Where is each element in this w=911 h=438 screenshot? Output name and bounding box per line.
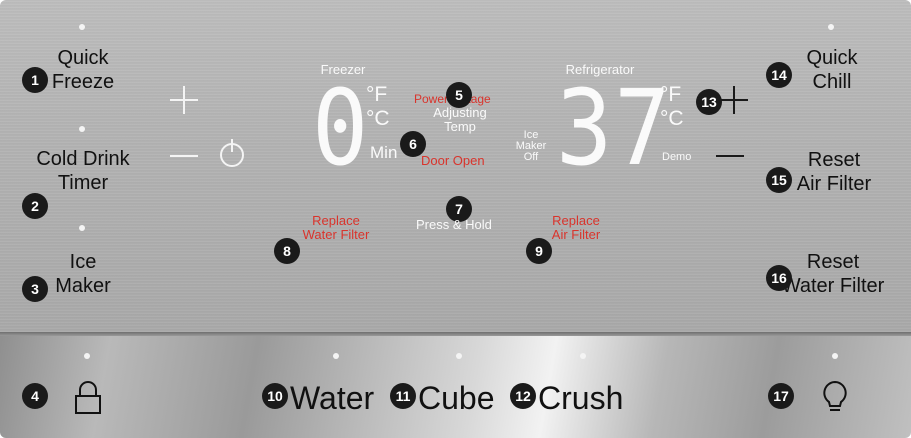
marker-17: 17	[768, 383, 794, 409]
crush-button[interactable]: Crush	[538, 380, 623, 416]
cold-drink-timer-label-line1: Cold Drink	[36, 148, 130, 170]
reset-air-filter-label-line1: Reset	[807, 149, 861, 171]
cold-drink-timer-button[interactable]: Cold Drink Timer	[24, 147, 142, 195]
cube-indicator-dot	[456, 353, 462, 359]
replace-air-filter-indicator: Replace Air Filter	[536, 214, 616, 242]
marker-16: 16	[766, 265, 792, 291]
marker-1: 1	[22, 67, 48, 93]
cold-drink-timer-indicator-dot	[79, 126, 85, 132]
quick-freeze-label-line2: Freeze	[51, 71, 115, 93]
crush-indicator-dot	[580, 353, 586, 359]
adjusting-temp-line1: Adjusting	[433, 105, 487, 120]
ice-maker-indicator-dot	[79, 225, 85, 231]
reset-water-filter-label-line1: Reset	[806, 251, 860, 273]
panel-divider	[0, 332, 911, 336]
marker-9: 9	[526, 238, 552, 264]
quick-freeze-button[interactable]: Quick Freeze	[48, 46, 118, 94]
freezer-unit-c: °C	[366, 107, 390, 130]
ice-maker-off-line3: Off	[523, 151, 539, 163]
freezer-temperature: 0	[312, 67, 368, 189]
replace-water-filter-indicator: Replace Water Filter	[296, 214, 376, 242]
replace-air-filter-line2: Air Filter	[551, 227, 601, 242]
adjusting-temp-line2: Temp	[444, 119, 476, 134]
timer-icon	[220, 139, 244, 167]
refrigerator-minus-icon[interactable]	[714, 146, 746, 166]
reset-air-filter-button[interactable]: Reset Air Filter	[784, 148, 884, 196]
reset-air-filter-label-line2: Air Filter	[796, 173, 872, 195]
cube-button[interactable]: Cube	[418, 380, 495, 416]
quick-chill-indicator-dot	[828, 24, 834, 30]
quick-chill-label-line2: Chill	[812, 71, 852, 93]
refrigerator-plus-icon[interactable]	[718, 84, 750, 116]
quick-chill-button[interactable]: Quick Chill	[796, 46, 868, 94]
replace-water-filter-line2: Water Filter	[302, 227, 370, 242]
light-indicator-dot	[832, 353, 838, 359]
refrigerator-unit-f: °F	[660, 83, 682, 106]
refrigerator-temperature: 37	[556, 67, 673, 189]
adjusting-temp-indicator: Adjusting Temp	[420, 106, 500, 134]
quick-chill-label-line1: Quick	[806, 47, 858, 69]
freezer-min-label: Min	[370, 143, 398, 162]
marker-3: 3	[22, 276, 48, 302]
demo-indicator: Demo	[662, 151, 692, 163]
ice-maker-button[interactable]: Ice Maker	[52, 250, 114, 298]
replace-air-filter-line1: Replace	[552, 213, 600, 228]
water-button[interactable]: Water	[290, 380, 374, 416]
freezer-plus-icon[interactable]	[168, 84, 200, 116]
quick-freeze-indicator-dot	[79, 24, 85, 30]
marker-12: 12	[510, 383, 536, 409]
marker-15: 15	[766, 167, 792, 193]
cold-drink-timer-label-line2: Timer	[57, 172, 109, 194]
water-indicator-dot	[333, 353, 339, 359]
freezer-unit-f: °F	[366, 83, 388, 106]
lightbulb-icon[interactable]	[818, 378, 852, 418]
marker-14: 14	[766, 62, 792, 88]
control-panel: Quick Freeze 1 Cold Drink Timer 2 Ice Ma…	[0, 0, 911, 438]
ice-maker-label-line1: Ice	[69, 251, 97, 273]
ice-maker-off-indicator: Ice Maker Off	[510, 130, 552, 163]
marker-10: 10	[262, 383, 288, 409]
door-open-indicator: Door Open	[421, 153, 485, 168]
marker-4: 4	[22, 383, 48, 409]
press-and-hold-label: Press & Hold	[416, 217, 492, 232]
quick-freeze-label-line1: Quick	[57, 47, 109, 69]
lock-icon[interactable]	[72, 380, 104, 416]
refrigerator-unit-c: °C	[660, 107, 684, 130]
replace-water-filter-line1: Replace	[312, 213, 360, 228]
marker-11: 11	[390, 383, 416, 409]
marker-2: 2	[22, 193, 48, 219]
lock-indicator-dot	[84, 353, 90, 359]
ice-maker-label-line2: Maker	[55, 275, 111, 297]
marker-8: 8	[274, 238, 300, 264]
freezer-minus-icon[interactable]	[168, 146, 200, 166]
